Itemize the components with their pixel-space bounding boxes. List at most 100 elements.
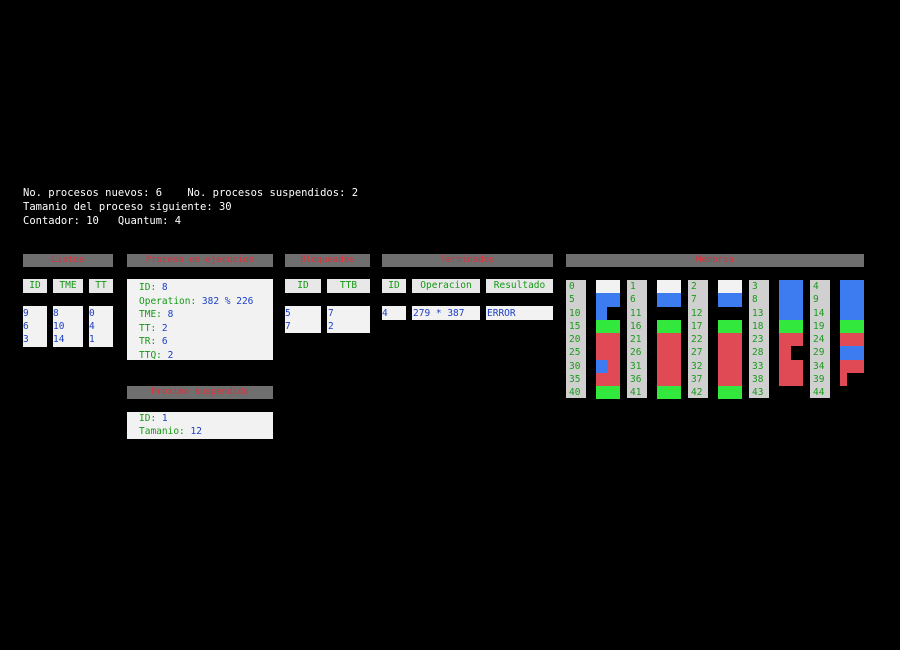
memory-column-labels: 0 5 10 15 20 25 30 35 40: [566, 280, 586, 399]
memory-frame-label: 28: [752, 347, 764, 359]
listos-col-tme: TME: [53, 279, 83, 293]
memory-frame-label: 39: [813, 373, 825, 385]
memoria-header: Memoria: [566, 254, 864, 267]
listos-cell: 3: [23, 334, 29, 345]
terminados-cell: 279 * 387: [413, 308, 465, 319]
terminados-cell: ERROR: [487, 308, 516, 319]
bloqueados-cell: 7: [285, 321, 291, 332]
memory-frame-white: [596, 280, 620, 294]
memory-frame-black: [779, 386, 803, 400]
memory-frame-black: [791, 346, 803, 360]
memory-frame-green: [596, 319, 620, 333]
memory-frame-red: [596, 372, 620, 386]
memory-frame-label: 14: [813, 307, 825, 319]
bloqueados-col-id: ID: [285, 279, 321, 293]
memory-frame-label: 29: [813, 347, 825, 359]
memory-frame-label: 36: [630, 373, 642, 385]
listos-cell: 6: [23, 321, 29, 332]
memory-frame-label: 2: [691, 281, 697, 292]
listos-cell: 14: [53, 334, 65, 345]
memory-frame-label: 13: [752, 307, 764, 319]
memory-frame-label: 27: [691, 347, 703, 359]
memory-frame-label: 37: [691, 373, 703, 385]
listos-cell: 8: [53, 308, 59, 319]
memory-frame-blue: [596, 306, 607, 320]
memory-frame-label: 20: [569, 334, 581, 345]
terminados-col-resultado: Resultado: [486, 279, 553, 293]
memory-frame-blue: [840, 280, 864, 294]
memory-frame-red: [657, 333, 681, 347]
memory-frame-blue: [779, 293, 803, 307]
terminados-col-id: ID: [382, 279, 406, 293]
memory-frame-red: [718, 359, 742, 373]
memory-frame-black: [718, 306, 742, 320]
memory-frame-label: 32: [691, 360, 703, 372]
memory-frame-red: [840, 359, 864, 373]
bloqueados-cell: 5: [285, 308, 291, 319]
memory-frame-label: 12: [691, 307, 703, 319]
memory-frame-black: [847, 372, 864, 386]
memory-frame-blue: [657, 293, 681, 307]
memory-frame-red: [657, 359, 681, 373]
bloqueados-header: Bloqueados: [285, 254, 370, 267]
ejecucion-operation: Operation: 382 % 226: [139, 295, 254, 307]
memory-frame-label: 17: [691, 320, 703, 332]
terminados-header: Terminados: [382, 254, 553, 267]
listos-cell: 0: [89, 308, 95, 319]
memory-frame-black: [840, 386, 864, 400]
memory-frame-red: [779, 372, 803, 386]
memory-frame-red: [840, 372, 848, 386]
counter-quantum: Contador: 10 Quantum: 4: [23, 215, 182, 227]
listos-cell: 9: [23, 308, 29, 319]
memory-frame-label: 33: [752, 360, 764, 372]
memory-frame-blue: [779, 280, 803, 294]
memory-frame-label: 8: [752, 294, 758, 306]
memory-frame-red: [718, 372, 742, 386]
suspendido-header: Proximo suspendido: [127, 386, 273, 399]
memory-frame-red: [718, 346, 742, 360]
terminados-cell: 4: [382, 308, 388, 319]
ejecucion-box: ID: 8 Operation: 382 % 226 TME: 8 TT: 2 …: [127, 279, 273, 361]
memory-frame-green: [657, 386, 681, 400]
ejecucion-tme: TME: 8: [139, 309, 174, 320]
memory-frame-red: [596, 346, 620, 360]
memory-frame-blue: [596, 293, 620, 307]
next-process-size: Tamanio del proceso siguiente: 30: [23, 201, 232, 213]
bloqueados-cell: 2: [328, 321, 334, 332]
memory-frame-red: [608, 359, 620, 373]
memory-frame-white: [718, 280, 742, 294]
memory-frame-white: [657, 280, 681, 294]
memory-frame-red: [779, 359, 803, 373]
memory-frame-label: 15: [569, 320, 581, 332]
memory-frame-red: [657, 372, 681, 386]
memory-frame-label: 0: [569, 281, 575, 292]
memory-frame-label: 9: [813, 294, 819, 306]
memory-frame-label: 30: [569, 360, 581, 372]
ejecucion-tr: TR: 6: [139, 336, 168, 347]
memory-column-labels: 1 6 11 16 21 26 31 36 41: [627, 280, 647, 399]
memory-frame-blue: [840, 306, 864, 320]
bloqueados-col-ttb: TTB: [327, 279, 370, 293]
suspendido-size: Tamanio: 12: [139, 425, 202, 437]
memory-frame-red: [657, 346, 681, 360]
memory-frame-label: 5: [569, 294, 575, 306]
ejecucion-header: Proceso en ejecucion: [127, 254, 273, 267]
memory-frame-red: [779, 346, 791, 360]
bloqueados-cell: 7: [328, 308, 334, 319]
terminados-col-operacion: Operacion: [412, 279, 480, 293]
listos-col-tt: TT: [89, 279, 113, 293]
memory-frame-black: [606, 306, 620, 320]
memory-frame-label: 43: [752, 387, 764, 398]
memory-frame-blue: [840, 346, 864, 360]
memory-frame-blue: [596, 359, 608, 373]
memory-column-labels: 2 7 12 17 22 27 32 37 42: [688, 280, 708, 399]
memory-frame-label: 35: [569, 373, 581, 385]
memory-frame-label: 24: [813, 334, 825, 345]
memory-frame-green: [779, 319, 803, 333]
memory-frame-label: 7: [691, 294, 697, 306]
memory-frame-label: 19: [813, 320, 825, 332]
listos-cell: 1: [89, 334, 95, 345]
suspendido-box: ID: 1 Tamanio: 12: [127, 412, 273, 439]
memory-frame-label: 6: [630, 294, 636, 306]
memory-frame-label: 40: [569, 387, 581, 398]
